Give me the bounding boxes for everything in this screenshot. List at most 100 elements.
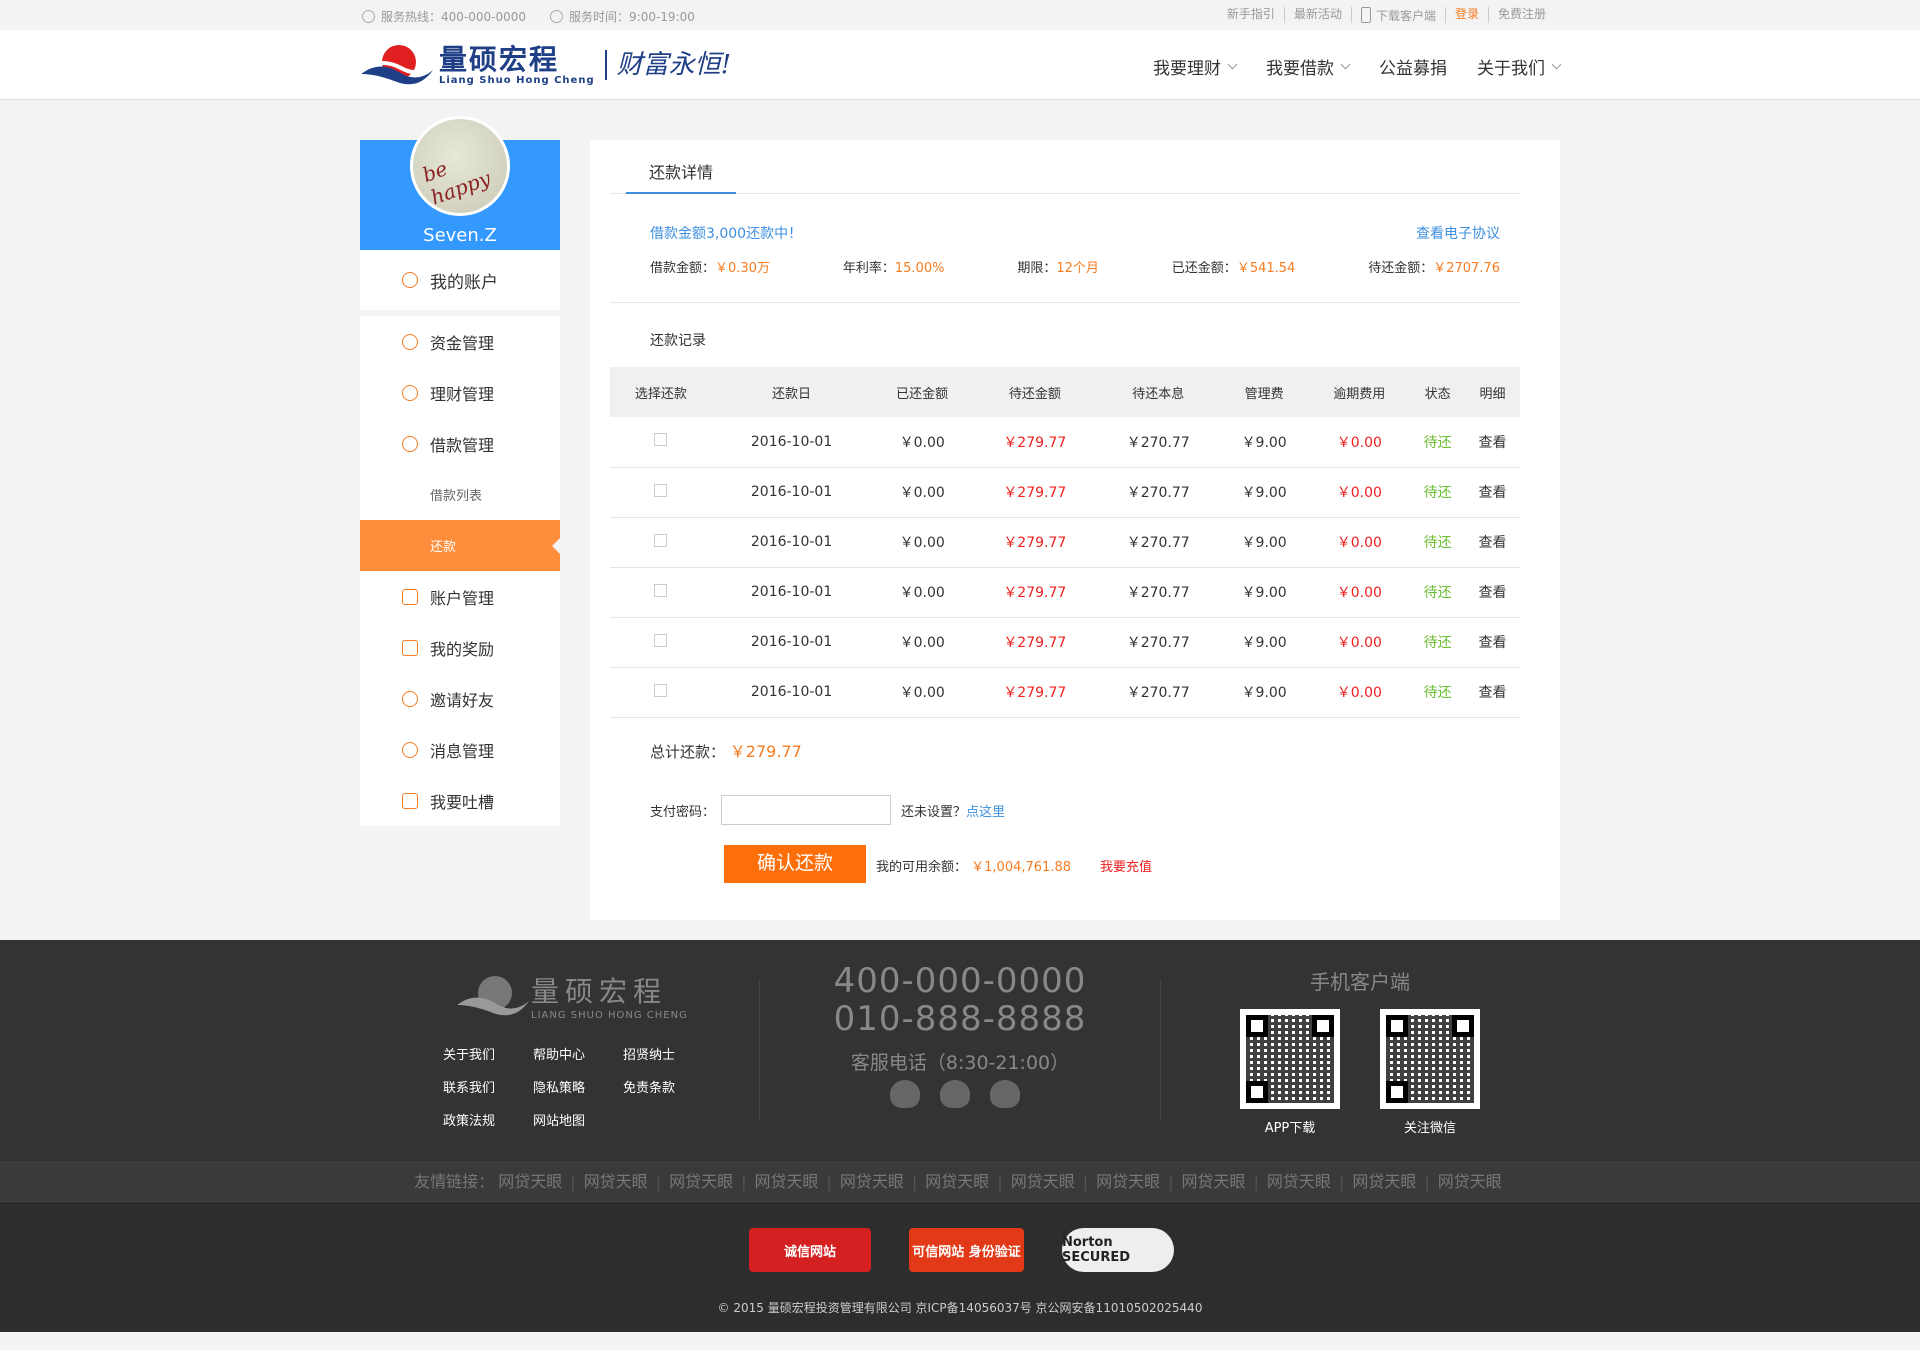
friend-link[interactable]: 网贷天眼 bbox=[1267, 1172, 1331, 1191]
view-detail-link[interactable]: 查看 bbox=[1465, 567, 1520, 618]
sidebar-item-feedback[interactable]: 我要吐槽 bbox=[360, 775, 560, 826]
friend-link[interactable]: 网贷天眼 bbox=[669, 1172, 733, 1191]
view-detail-link[interactable]: 查看 bbox=[1465, 667, 1520, 718]
select-repay-checkbox[interactable] bbox=[654, 483, 668, 497]
table-cell: ￥0.00 bbox=[1308, 467, 1411, 518]
clock-icon bbox=[550, 10, 564, 23]
activity-link[interactable]: 最新活动 bbox=[1283, 7, 1351, 23]
norton-badge[interactable]: Norton SECURED bbox=[1062, 1228, 1174, 1272]
payment-password-input[interactable] bbox=[721, 795, 892, 825]
nav-about[interactable]: 关于我们 bbox=[1477, 54, 1562, 79]
view-detail-link[interactable]: 查看 bbox=[1465, 467, 1520, 518]
edit-icon bbox=[402, 792, 418, 809]
repayment-table: 选择还款 还款日 已还金额 待还金额 待还本息 管理费 逾期费用 状态 明细 2016-10-0… bbox=[610, 367, 1520, 718]
sidebar-item-finance[interactable]: 理财管理 bbox=[360, 367, 560, 418]
table-row: 2016-10-01 ￥0.00 ￥279.77 ￥270.77 ￥9.00 ￥0.00 待… bbox=[610, 467, 1520, 518]
available-balance: 我的可用余额： ￥1,004,761.88 bbox=[876, 860, 1071, 875]
sidebar-item-funds[interactable]: 资金管理 bbox=[360, 316, 560, 367]
money-bag-icon bbox=[402, 384, 418, 401]
qq-icon[interactable] bbox=[890, 1080, 920, 1108]
friend-link[interactable]: 网贷天眼 bbox=[1011, 1172, 1075, 1191]
sidebar-item-account[interactable]: 我的账户 bbox=[360, 250, 560, 310]
brand-name-en: Liang Shuo Hong Cheng bbox=[439, 74, 595, 86]
footer-link[interactable]: 招贤纳士 bbox=[623, 1044, 713, 1063]
tab-repay-detail[interactable]: 还款详情 bbox=[626, 160, 736, 194]
footer-link[interactable]: 免责条款 bbox=[623, 1077, 713, 1096]
table-cell: 2016-10-01 bbox=[711, 567, 872, 618]
friend-link[interactable]: 网贷天眼 bbox=[840, 1172, 904, 1191]
guide-link[interactable]: 新手指引 bbox=[1218, 7, 1284, 23]
total-repay: 总计还款： ￥279.77 bbox=[650, 742, 802, 761]
friend-link[interactable]: 网贷天眼 bbox=[498, 1172, 562, 1191]
view-detail-link[interactable]: 查看 bbox=[1465, 617, 1520, 668]
table-header-cell: 状态 bbox=[1410, 367, 1466, 417]
table-cell: ￥0.00 bbox=[871, 567, 974, 618]
sidebar-sub-loan-list[interactable]: 借款列表 bbox=[360, 469, 560, 520]
table-cell: ￥9.00 bbox=[1219, 417, 1309, 468]
sidebar-item-rewards[interactable]: 我的奖励 bbox=[360, 622, 560, 673]
select-repay-checkbox[interactable] bbox=[654, 433, 668, 447]
tab-bar: 还款详情 bbox=[610, 160, 1520, 194]
table-cell: ￥9.00 bbox=[1219, 617, 1309, 668]
select-repay-checkbox[interactable] bbox=[654, 633, 668, 647]
main-panel: 还款详情 借款金额3,000还款中！ 查看电子协议 借款金额：￥0.30万 年利… bbox=[590, 140, 1560, 920]
view-contract-link[interactable]: 查看电子协议 bbox=[1416, 223, 1500, 243]
download-client-link[interactable]: 下载客户端 bbox=[1350, 7, 1445, 23]
table-cell: ￥9.00 bbox=[1219, 567, 1309, 618]
table-cell: 2016-10-01 bbox=[711, 467, 872, 518]
friend-link[interactable]: 网贷天眼 bbox=[1352, 1172, 1416, 1191]
phone-1: 400-000-0000 bbox=[833, 961, 1087, 1001]
mobile-client: 手机客户端 APP下载 关注微信 bbox=[1240, 966, 1480, 1136]
nav-borrow[interactable]: 我要借款 bbox=[1266, 54, 1351, 79]
friend-link[interactable]: 网贷天眼 bbox=[1438, 1172, 1502, 1191]
footer-link[interactable]: 帮助中心 bbox=[533, 1044, 623, 1063]
wechat-icon[interactable] bbox=[940, 1080, 970, 1108]
footer-link[interactable]: 联系我们 bbox=[443, 1077, 533, 1096]
friend-link[interactable]: 网贷天眼 bbox=[584, 1172, 648, 1191]
repaid-amount: ￥541.54 bbox=[1236, 261, 1296, 276]
footer-link[interactable]: 关于我们 bbox=[443, 1044, 533, 1063]
login-link[interactable]: 登录 bbox=[1444, 7, 1488, 23]
nav-charity[interactable]: 公益募捐 bbox=[1379, 54, 1447, 79]
sidebar-item-account-mgmt[interactable]: 账户管理 bbox=[360, 571, 560, 622]
footer-link[interactable]: 网站地图 bbox=[533, 1110, 623, 1129]
nav-invest[interactable]: 我要理财 bbox=[1153, 54, 1238, 79]
slogan: 财富永恒! bbox=[604, 50, 731, 80]
select-repay-checkbox[interactable] bbox=[654, 533, 668, 547]
friend-link[interactable]: 网贷天眼 bbox=[754, 1172, 818, 1191]
table-header-cell: 逾期费用 bbox=[1308, 367, 1411, 417]
select-repay-checkbox[interactable] bbox=[654, 583, 668, 597]
logo[interactable]: 量硕宏程 Liang Shuo Hong Cheng 财富永恒! bbox=[359, 40, 731, 90]
weibo-icon[interactable] bbox=[990, 1080, 1020, 1108]
table-cell: ￥9.00 bbox=[1219, 467, 1309, 518]
sidebar-sub-repay[interactable]: 还款 bbox=[360, 520, 560, 571]
view-detail-link[interactable]: 查看 bbox=[1465, 417, 1520, 468]
recharge-link[interactable]: 我要充值 bbox=[1100, 856, 1152, 875]
avatar[interactable]: be happy bbox=[410, 116, 510, 216]
friend-link[interactable]: 网贷天眼 bbox=[1182, 1172, 1246, 1191]
header: 量硕宏程 Liang Shuo Hong Cheng 财富永恒! 我要理财 我要… bbox=[0, 30, 1920, 100]
select-repay-checkbox[interactable] bbox=[654, 683, 668, 697]
sidebar-item-loans[interactable]: 借款管理 bbox=[360, 418, 560, 469]
set-password-link[interactable]: 点这里 bbox=[966, 801, 1005, 820]
table-row: 2016-10-01 ￥0.00 ￥279.77 ￥270.77 ￥9.00 ￥0.00 待… bbox=[610, 617, 1520, 668]
register-link[interactable]: 免费注册 bbox=[1487, 7, 1555, 23]
confirm-repay-button[interactable]: 确认还款 bbox=[724, 845, 866, 883]
sidebar-item-messages[interactable]: 消息管理 bbox=[360, 724, 560, 775]
footer-link[interactable]: 隐私策略 bbox=[533, 1077, 623, 1096]
friend-link[interactable]: 网贷天眼 bbox=[925, 1172, 989, 1191]
view-detail-link[interactable]: 查看 bbox=[1465, 517, 1520, 568]
annual-rate: 15.00% bbox=[894, 261, 945, 276]
credit-site-badge[interactable]: 诚信网站 bbox=[749, 1228, 871, 1272]
trusted-site-badge[interactable]: 可信网站 身份验证 bbox=[909, 1228, 1024, 1272]
service-hours-footer: 客服电话（8:30-21:00） bbox=[850, 1052, 1070, 1074]
card-icon bbox=[402, 588, 418, 605]
trust-badges: 诚信网站 可信网站 身份验证 Norton SECURED bbox=[749, 1228, 1174, 1272]
sidebar-item-invite[interactable]: 邀请好友 bbox=[360, 673, 560, 724]
status-badge: 待还 bbox=[1410, 567, 1466, 618]
table-cell: ￥279.77 bbox=[973, 467, 1097, 518]
chevron-down-icon bbox=[1227, 59, 1238, 69]
friend-link[interactable]: 网贷天眼 bbox=[1096, 1172, 1160, 1191]
footer-link[interactable]: 政策法规 bbox=[443, 1110, 533, 1129]
table-cell: ￥0.00 bbox=[1308, 667, 1411, 718]
